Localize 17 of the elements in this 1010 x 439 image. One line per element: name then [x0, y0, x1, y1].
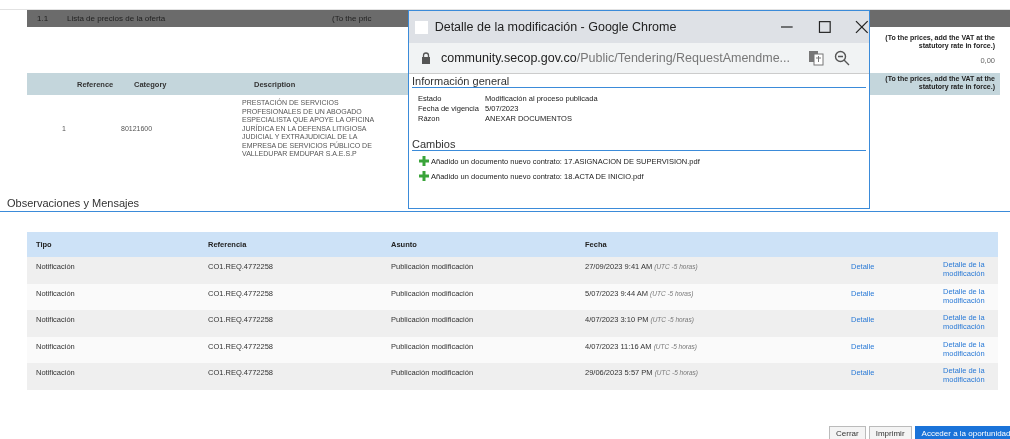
plus-icon	[419, 156, 429, 166]
close-icon[interactable]	[855, 20, 869, 34]
price-list-title: Lista de precios de la oferta	[67, 14, 167, 23]
lock-icon	[421, 52, 431, 64]
action-button[interactable]: Imprimir	[868, 426, 912, 439]
section-title: Información general	[412, 75, 866, 88]
translate-icon[interactable]	[808, 50, 825, 66]
url-text: community.secop.gov.co/Public/Tendering/RequestAmendme...	[441, 50, 791, 66]
plus-icon	[419, 171, 429, 181]
maximize-icon[interactable]	[817, 20, 832, 34]
section-title: Cambios	[412, 138, 866, 151]
zoom-out-icon[interactable]	[834, 50, 851, 66]
window-title: Detalle de la modificación - Google Chrome	[434, 20, 678, 34]
price-list-number: 1.1	[37, 14, 50, 23]
action-button[interactable]: Cerrar	[829, 426, 866, 439]
page-icon	[415, 20, 428, 34]
access-button[interactable]: Acceder a la oportunidad	[914, 426, 1010, 439]
